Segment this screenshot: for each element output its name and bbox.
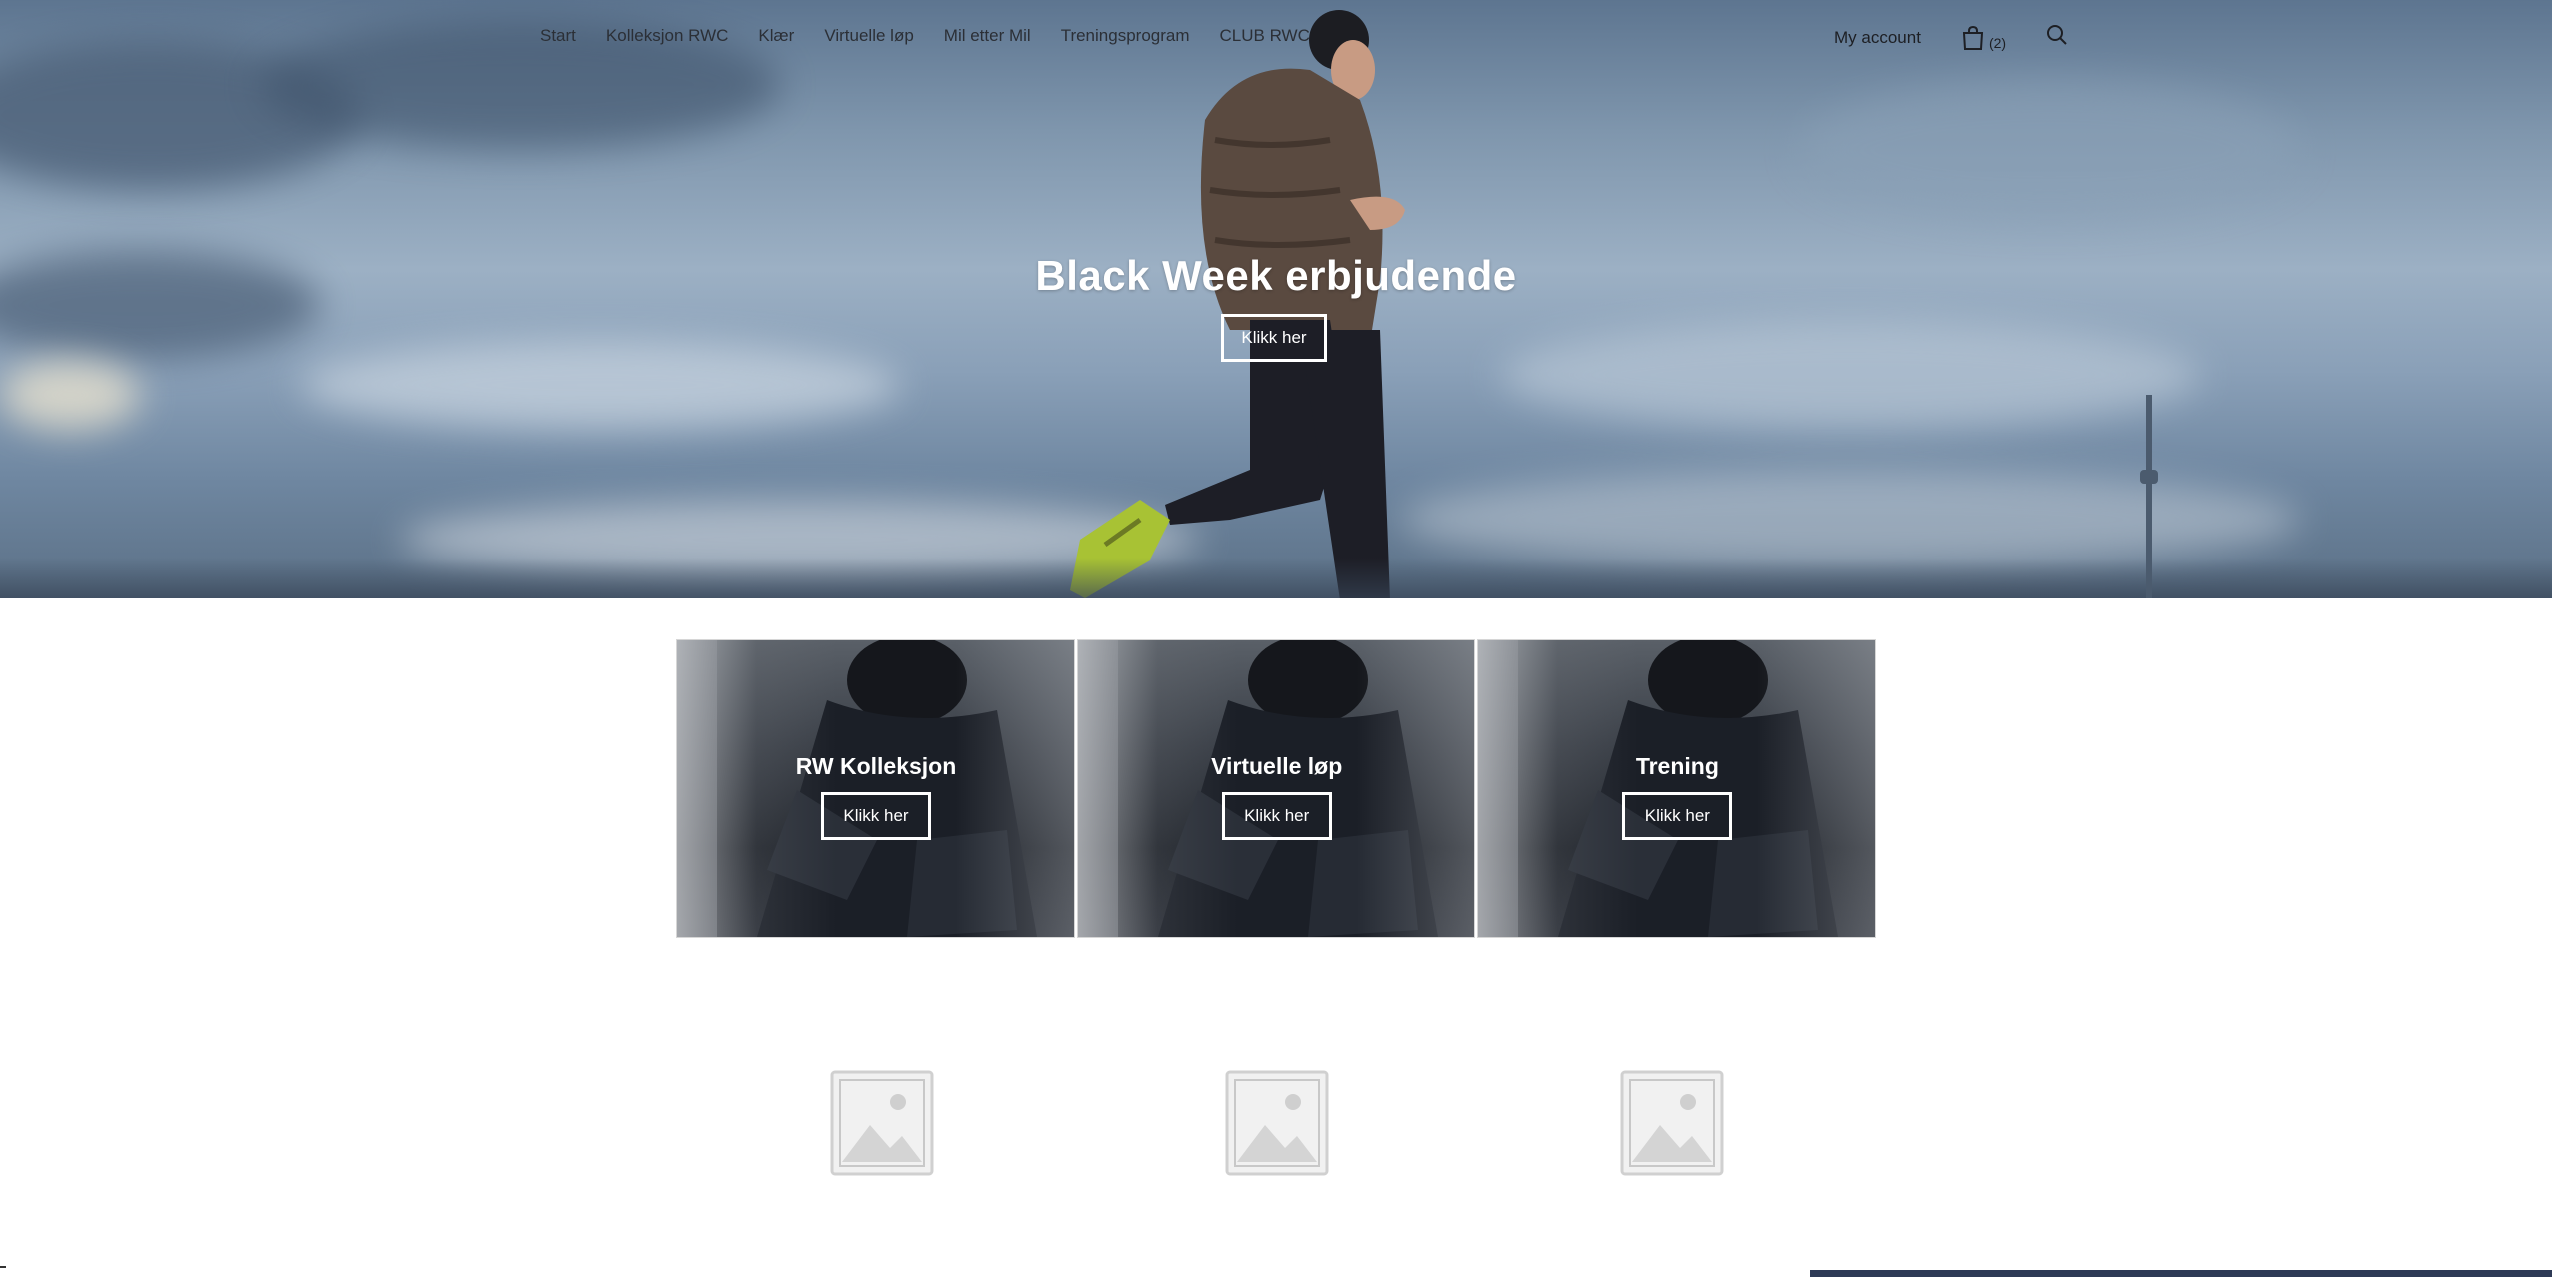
search-icon — [2047, 25, 2067, 45]
tile-overlay — [1077, 640, 1475, 937]
cn-tower-pod — [2140, 470, 2158, 484]
tile-cta-button[interactable]: Klikk her — [1622, 792, 1733, 840]
nav-item-kolleksjon-rwc[interactable]: Kolleksjon RWC — [606, 26, 729, 46]
city-skyline — [0, 558, 2552, 598]
tile-overlay — [1478, 640, 1876, 937]
main-menu: Start Kolleksjon RWC Klær Virtuelle løp … — [540, 26, 1340, 46]
cart-count: (2) — [1988, 34, 2007, 51]
tile-cta-button[interactable]: Klikk her — [1221, 792, 1332, 840]
image-placeholder-icon[interactable] — [830, 1070, 934, 1176]
top-navigation: Start Kolleksjon RWC Klær Virtuelle løp … — [0, 0, 2552, 74]
tile-rw-kolleksjon[interactable]: RW Kolleksjon Klikk her — [676, 639, 1075, 938]
corner-mark — [0, 1266, 6, 1268]
nav-utility: My account (2) — [1834, 24, 2068, 51]
tile-title: Virtuelle løp — [1211, 753, 1343, 779]
nav-item-club-rwc[interactable]: CLUB RWC — [1220, 26, 1310, 46]
image-placeholder-icon[interactable] — [1620, 1070, 1724, 1176]
search-button[interactable] — [2046, 24, 2068, 51]
tile-title: RW Kolleksjon — [795, 753, 957, 779]
cn-tower — [2146, 395, 2152, 598]
nav-item-start[interactable]: Start — [540, 26, 576, 46]
tile-trening[interactable]: Trening Klikk her — [1477, 639, 1877, 938]
nav-item-virtuelle-lop[interactable]: Virtuelle løp — [824, 26, 913, 46]
tile-virtuelle-lop[interactable]: Virtuelle løp Klikk her — [1076, 639, 1476, 938]
cart-button[interactable]: (2) — [1961, 25, 2006, 51]
image-placeholder-icon[interactable] — [1225, 1070, 1329, 1176]
my-account-link[interactable]: My account — [1834, 28, 1921, 48]
hero-cta-button[interactable]: Klikk her — [1221, 314, 1327, 362]
shopping-bag-icon — [1962, 25, 1984, 50]
hero-title: Black Week erbjudende — [1035, 252, 1517, 299]
tile-cta-button[interactable]: Klikk her — [821, 792, 931, 840]
nav-item-treningsprogram[interactable]: Treningsprogram — [1061, 26, 1190, 46]
category-tiles: RW Kolleksjon Klikk her Virtuelle løp Kl… — [676, 639, 1877, 938]
nav-item-mil-etter-mil[interactable]: Mil etter Mil — [944, 26, 1031, 46]
nav-item-klaer[interactable]: Klær — [758, 26, 794, 46]
tile-title: Trening — [1635, 753, 1719, 779]
bottom-bar — [1810, 1270, 2552, 1277]
tile-overlay — [677, 640, 1074, 937]
